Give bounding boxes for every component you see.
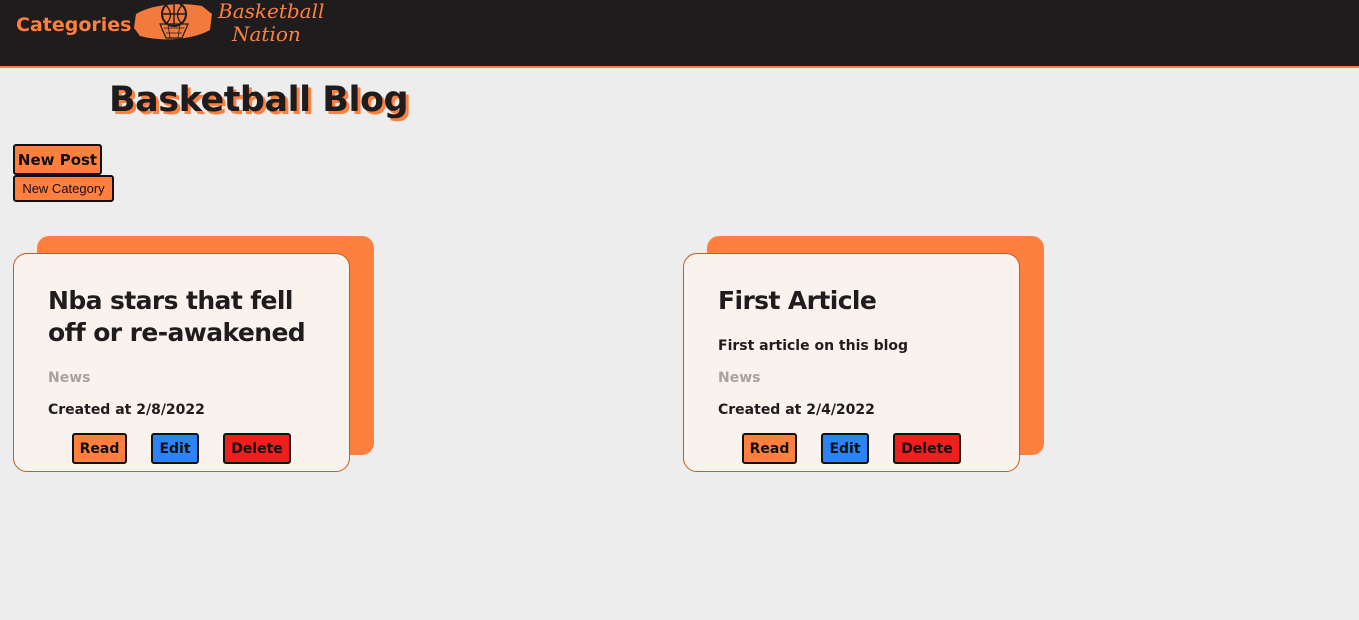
navbar: Categories Basketball Nation bbox=[0, 0, 1359, 68]
post-description: First article on this blog bbox=[718, 338, 909, 354]
post-created-date: Created at 2/4/2022 bbox=[718, 402, 875, 418]
basketball-nation-logo[interactable]: Basketball Nation bbox=[132, 0, 337, 50]
read-button[interactable]: Read bbox=[742, 433, 797, 464]
delete-button[interactable]: Delete bbox=[223, 433, 291, 464]
edit-button[interactable]: Edit bbox=[821, 433, 869, 464]
new-category-button[interactable]: New Category bbox=[13, 175, 114, 202]
post-card-body: Nba stars that fell off or re-awakened N… bbox=[13, 253, 350, 472]
delete-button[interactable]: Delete bbox=[893, 433, 961, 464]
post-title: First Article bbox=[718, 286, 877, 315]
logo-text-line1: Basketball bbox=[218, 0, 325, 23]
page-title: Basketball Blog bbox=[109, 80, 409, 120]
post-card: Nba stars that fell off or re-awakened N… bbox=[13, 236, 374, 472]
post-created-date: Created at 2/8/2022 bbox=[48, 402, 205, 418]
read-button[interactable]: Read bbox=[72, 433, 127, 464]
post-category: News bbox=[48, 370, 91, 386]
new-post-button[interactable]: New Post bbox=[13, 144, 102, 175]
nav-categories-link[interactable]: Categories bbox=[16, 14, 131, 36]
edit-button[interactable]: Edit bbox=[151, 433, 199, 464]
logo-text-line2: Nation bbox=[232, 22, 301, 46]
post-card: First Article First article on this blog… bbox=[683, 236, 1044, 472]
post-category: News bbox=[718, 370, 761, 386]
post-card-body: First Article First article on this blog… bbox=[683, 253, 1020, 472]
post-title: Nba stars that fell off or re-awakened bbox=[48, 286, 306, 347]
